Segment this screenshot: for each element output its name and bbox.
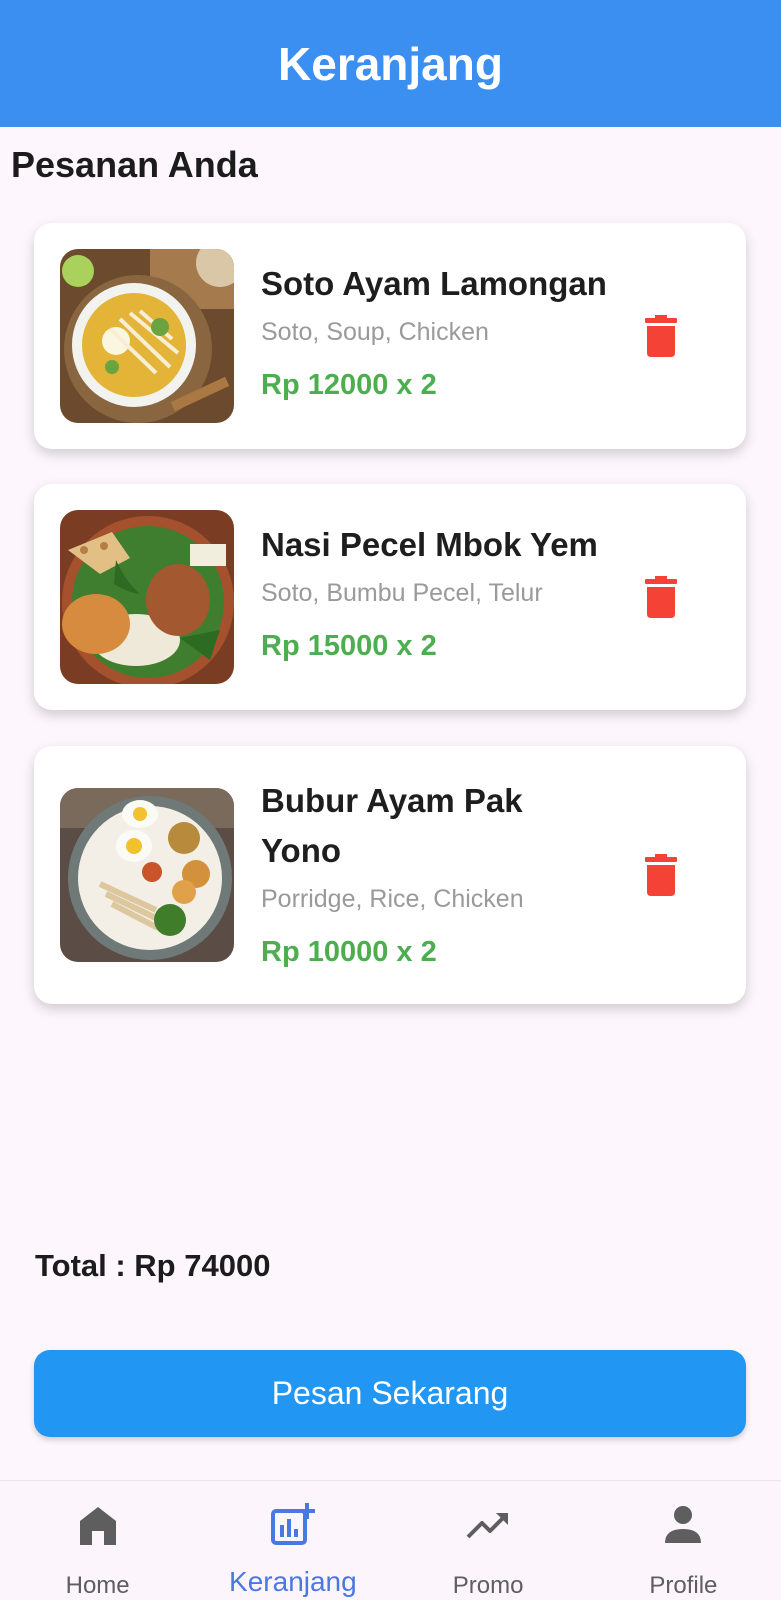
cart-chart-icon bbox=[270, 1503, 315, 1545]
total-label: Total : Rp 74000 bbox=[35, 1248, 271, 1283]
home-icon bbox=[79, 1507, 116, 1545]
bottom-navigation: Home Keranjang Promo Profile bbox=[0, 1480, 781, 1600]
item-price: Rp 12000 x 2 bbox=[261, 369, 437, 401]
nav-item-promo[interactable]: Promo bbox=[391, 1481, 586, 1600]
item-price: Rp 15000 x 2 bbox=[261, 630, 437, 662]
delete-button[interactable] bbox=[633, 569, 689, 625]
item-info: Soto Ayam Lamongan Soto, Soup, Chicken R… bbox=[261, 259, 621, 403]
app-bar: Keranjang bbox=[0, 0, 781, 127]
food-image-soto-ayam bbox=[60, 249, 234, 423]
nav-item-profile[interactable]: Profile bbox=[586, 1481, 781, 1600]
cart-item-card[interactable]: Nasi Pecel Mbok Yem Soto, Bumbu Pecel, T… bbox=[34, 484, 746, 710]
cart-item-card[interactable]: Soto Ayam Lamongan Soto, Soup, Chicken R… bbox=[34, 223, 746, 449]
nav-label-home: Home bbox=[65, 1572, 130, 1599]
order-now-button[interactable]: Pesan Sekarang bbox=[34, 1350, 746, 1437]
nav-label-promo: Promo bbox=[452, 1572, 524, 1599]
section-title: Pesanan Anda bbox=[11, 144, 258, 185]
food-image-nasi-pecel bbox=[60, 510, 234, 684]
item-name: Soto Ayam Lamongan bbox=[261, 265, 607, 302]
item-info: Bubur Ayam Pak Yono Porridge, Rice, Chic… bbox=[261, 776, 621, 970]
nav-item-home[interactable]: Home bbox=[0, 1481, 195, 1600]
food-image-bubur-ayam bbox=[60, 788, 234, 962]
item-name: Bubur Ayam Pak Yono bbox=[261, 782, 523, 869]
nav-label-keranjang: Keranjang bbox=[229, 1566, 357, 1597]
nav-label-profile: Profile bbox=[649, 1572, 718, 1599]
item-tags: Soto, Soup, Chicken bbox=[261, 318, 489, 346]
item-info: Nasi Pecel Mbok Yem Soto, Bumbu Pecel, T… bbox=[261, 520, 621, 664]
person-icon bbox=[665, 1506, 702, 1543]
item-name: Nasi Pecel Mbok Yem bbox=[261, 526, 598, 563]
cart-item-card[interactable]: Bubur Ayam Pak Yono Porridge, Rice, Chic… bbox=[34, 746, 746, 1004]
trending-up-icon bbox=[466, 1513, 509, 1539]
trash-icon bbox=[645, 576, 677, 618]
trash-icon bbox=[645, 315, 677, 357]
item-price: Rp 10000 x 2 bbox=[261, 936, 437, 968]
nav-item-keranjang[interactable]: Keranjang bbox=[195, 1481, 390, 1600]
item-tags: Soto, Bumbu Pecel, Telur bbox=[261, 579, 543, 607]
item-tags: Porridge, Rice, Chicken bbox=[261, 885, 524, 913]
app-bar-title: Keranjang bbox=[278, 37, 503, 90]
delete-button[interactable] bbox=[633, 308, 689, 364]
trash-icon bbox=[645, 854, 677, 896]
delete-button[interactable] bbox=[633, 847, 689, 903]
